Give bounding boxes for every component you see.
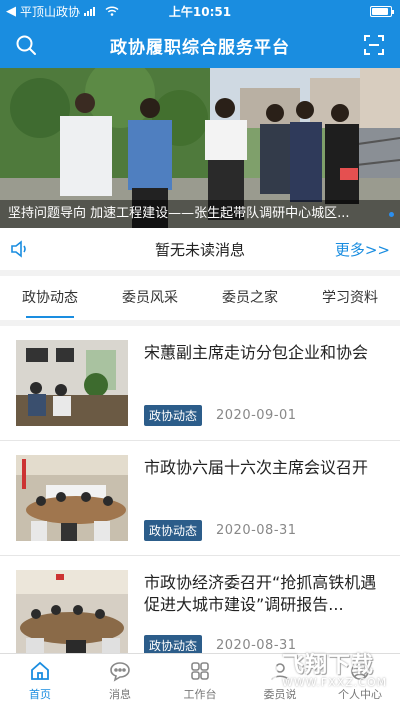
tab-xuexi-ziliao[interactable]: 学习资料 [300,276,400,320]
app-header: 政协履职综合服务平台 [0,22,400,68]
back-app-label[interactable]: 平顶山政协 [20,3,80,20]
news-date: 2020-09-01 [216,408,297,423]
news-thumbnail [16,455,128,541]
profile-icon [351,662,369,680]
nav-profile-label: 个人中心 [338,688,382,701]
notice-bar: 暂无未读消息 更多>> [0,228,400,270]
news-thumbnail [16,570,128,656]
news-date: 2020-08-31 [216,638,297,653]
news-date: 2020-08-31 [216,523,297,538]
list-item[interactable]: 市政协六届十六次主席会议召开 政协动态 2020-08-31 [0,441,400,556]
wifi-icon [105,6,119,16]
tab-zhengxie-dongtai[interactable]: 政协动态 [0,276,100,320]
nav-workbench[interactable]: 工作台 [160,654,240,711]
user-icon [271,663,289,681]
carousel-indicator[interactable] [389,212,394,217]
news-title: 市政协经济委召开“抢抓高铁机遇 促进大城市建设”调研报告... [144,573,377,614]
nav-members-say-label: 委员说 [263,688,297,701]
banner-carousel[interactable]: 坚持问题导向 加速工程建设——张生起带队调研中心城区... [0,68,400,228]
nav-home[interactable]: 首页 [0,654,80,711]
nav-messages-label: 消息 [109,688,131,701]
page-title: 政协履职综合服务平台 [110,37,290,58]
banner-caption[interactable]: 坚持问题导向 加速工程建设——张生起带队调研中心城区... [0,200,400,228]
nav-workbench-label: 工作台 [183,688,217,701]
news-title: 宋蕙副主席走访分包企业和协会 [144,343,369,362]
bottom-navigation: 首页 消息 工作台 委员说 个人中心 [0,653,400,711]
nav-home-label: 首页 [29,688,51,701]
list-item[interactable]: 宋蕙副主席走访分包企业和协会 政协动态 2020-09-01 [0,326,400,441]
back-to-app-icon[interactable]: ◀ [6,4,16,19]
more-link[interactable]: 更多>> [335,239,390,260]
home-icon [31,661,49,680]
nav-messages[interactable]: 消息 [80,654,160,711]
news-title: 市政协六届十六次主席会议召开 [144,458,369,477]
category-tabs: 政协动态 委员风采 委员之家 学习资料 [0,270,400,320]
nav-profile[interactable]: 个人中心 [320,654,400,711]
tab-weiyuan-fengcai[interactable]: 委员风采 [100,276,200,320]
scan-icon[interactable] [362,33,386,57]
category-badge: 政协动态 [144,520,203,541]
nav-members-say[interactable]: 委员说 [240,654,320,711]
category-badge: 政协动态 [144,405,203,426]
battery-icon [370,6,394,17]
signal-icon [84,6,96,16]
speaker-icon [11,240,26,258]
status-bar: ◀ 平顶山政协 上午10:51 [0,0,400,22]
news-thumbnail [16,340,128,426]
tab-weiyuan-zhijia[interactable]: 委员之家 [200,276,300,320]
news-list: 宋蕙副主席走访分包企业和协会 政协动态 2020-09-01 市政协六届十六次主… [0,326,400,671]
message-icon [110,662,130,682]
search-icon[interactable] [14,33,38,57]
grid-icon [191,662,209,680]
